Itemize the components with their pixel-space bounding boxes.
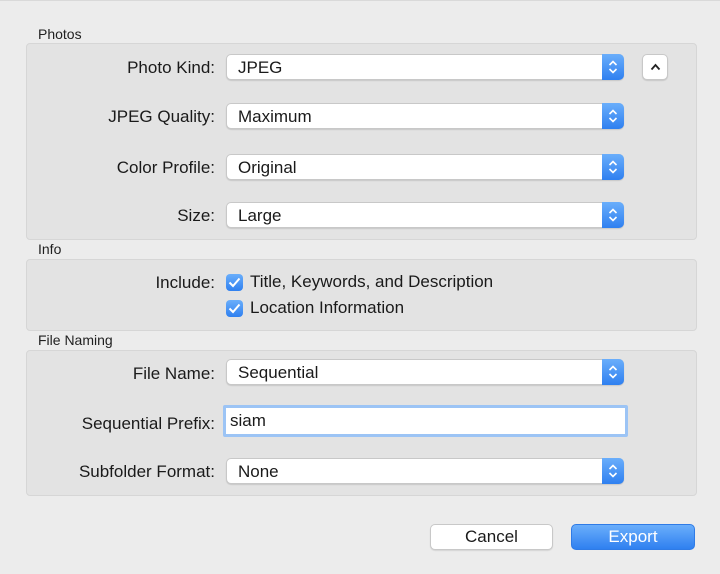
- sequential-prefix-label: Sequential Prefix:: [81, 414, 215, 433]
- up-down-arrows-icon: [602, 458, 624, 484]
- subfolder-format-popup[interactable]: None: [226, 458, 624, 484]
- up-down-arrows-icon: [602, 103, 624, 129]
- sequential-prefix-field[interactable]: [223, 405, 628, 437]
- jpeg-quality-popup[interactable]: Maximum: [226, 103, 624, 129]
- photo-kind-value: JPEG: [238, 58, 283, 77]
- up-down-arrows-icon: [602, 154, 624, 180]
- subfolder-format-label: Subfolder Format:: [78, 462, 215, 481]
- jpeg-quality-value: Maximum: [238, 107, 312, 126]
- size-value: Large: [238, 206, 282, 225]
- file-name-popup[interactable]: Sequential: [226, 359, 624, 385]
- file-name-label: File Name:: [132, 364, 215, 383]
- checkbox-checked[interactable]: [226, 300, 243, 317]
- checkmark-icon: [228, 277, 241, 288]
- export-button[interactable]: Export: [571, 524, 695, 550]
- checkbox-checked[interactable]: [226, 274, 243, 291]
- color-profile-value: Original: [238, 158, 297, 177]
- collapse-disclosure-button[interactable]: [642, 54, 668, 80]
- sequential-prefix-input[interactable]: [230, 411, 610, 431]
- subfolder-format-value: None: [238, 462, 279, 481]
- include-label: Include:: [155, 273, 215, 292]
- color-profile-label: Color Profile:: [116, 158, 215, 177]
- color-profile-popup[interactable]: Original: [226, 154, 624, 180]
- up-down-arrows-icon: [602, 359, 624, 385]
- cancel-button[interactable]: Cancel: [430, 524, 553, 550]
- location-information-label: Location Information: [250, 298, 405, 317]
- title-keywords-description-label: Title, Keywords, and Description: [250, 272, 494, 291]
- info-panel: [26, 259, 697, 331]
- photos-section-title: Photos: [38, 26, 82, 42]
- info-section-title: Info: [38, 241, 62, 257]
- photo-kind-popup[interactable]: JPEG: [226, 54, 624, 80]
- photo-kind-label: Photo Kind:: [127, 58, 215, 77]
- jpeg-quality-label: JPEG Quality:: [108, 107, 215, 126]
- up-down-arrows-icon: [602, 54, 624, 80]
- window-top-border: [0, 0, 720, 1]
- up-down-arrows-icon: [602, 202, 624, 228]
- checkmark-icon: [228, 303, 241, 314]
- size-label: Size:: [177, 206, 215, 225]
- file-name-value: Sequential: [238, 363, 319, 382]
- file-naming-section-title: File Naming: [38, 332, 113, 348]
- size-popup[interactable]: Large: [226, 202, 624, 228]
